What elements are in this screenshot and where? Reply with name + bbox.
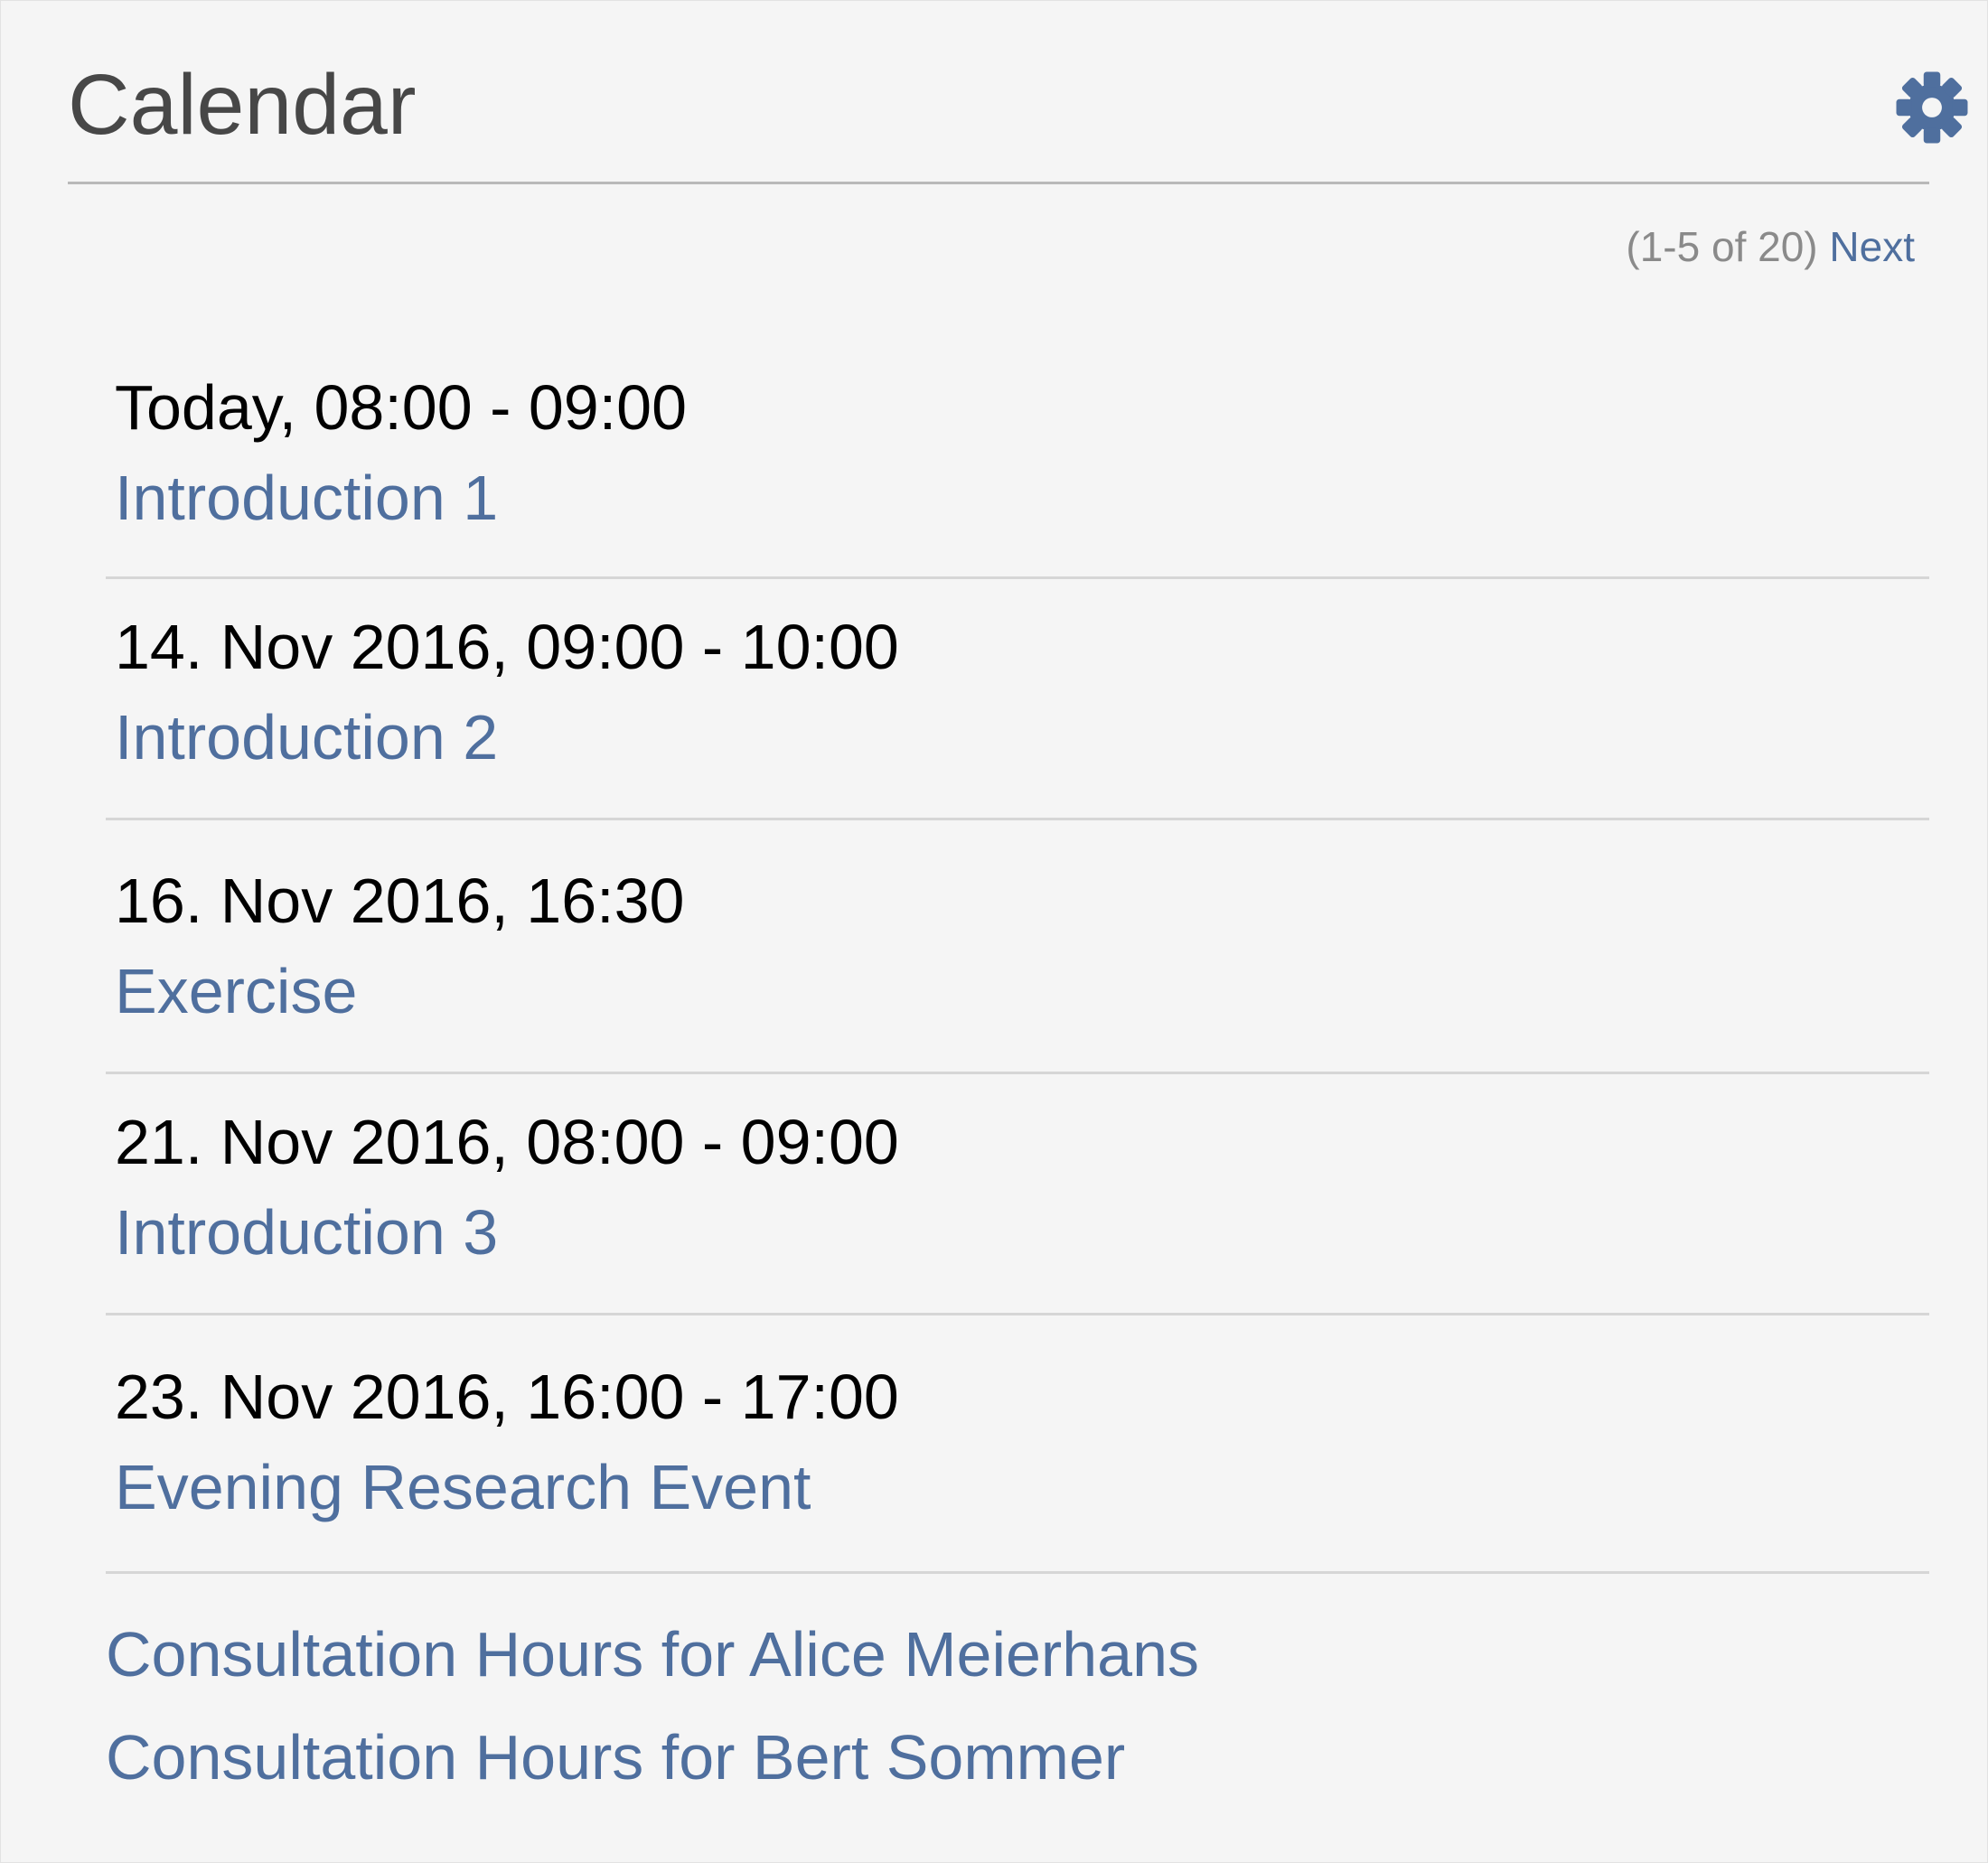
event-item: 14. Nov 2016, 09:00 - 10:00 Introduction…: [106, 579, 1929, 820]
event-title-link[interactable]: Introduction 2: [115, 701, 498, 773]
event-item: 21. Nov 2016, 08:00 - 09:00 Introduction…: [106, 1074, 1929, 1315]
list-item: Consultation Hours for Alice Meierhans: [106, 1618, 1199, 1721]
event-title-link[interactable]: Exercise: [115, 955, 357, 1027]
gear-icon[interactable]: [1894, 70, 1970, 145]
panel-title: Calendar: [68, 57, 417, 153]
event-title-link[interactable]: Introduction 1: [115, 462, 498, 534]
consultation-links: Consultation Hours for Alice Meierhans C…: [106, 1618, 1199, 1824]
pagination-count: (1-5 of 20): [1626, 223, 1818, 270]
pagination: (1-5 of 20) Next: [1626, 221, 1915, 272]
event-time: 23. Nov 2016, 16:00 - 17:00: [115, 1362, 899, 1432]
consultation-link-alice[interactable]: Consultation Hours for Alice Meierhans: [106, 1618, 1199, 1690]
event-title-link[interactable]: Introduction 3: [115, 1196, 498, 1269]
event-time: 16. Nov 2016, 16:30: [115, 866, 685, 936]
event-time: Today, 08:00 - 09:00: [115, 372, 688, 443]
event-item: Today, 08:00 - 09:00 Introduction 1: [106, 360, 1929, 579]
calendar-panel: Calendar (1-5 of 20) Next Today, 08:00 -…: [0, 0, 1988, 1863]
event-time: 21. Nov 2016, 08:00 - 09:00: [115, 1107, 899, 1177]
event-list: Today, 08:00 - 09:00 Introduction 1 14. …: [106, 360, 1929, 1574]
gear-icon-graphic: [1896, 71, 1968, 144]
event-item: 16. Nov 2016, 16:30 Exercise: [106, 820, 1929, 1074]
event-title-link[interactable]: Evening Research Event: [115, 1451, 811, 1523]
calendar-header: Calendar: [68, 1, 1968, 184]
event-time: 14. Nov 2016, 09:00 - 10:00: [115, 612, 899, 682]
next-page-link[interactable]: Next: [1829, 223, 1915, 270]
list-item: Consultation Hours for Bert Sommer: [106, 1721, 1199, 1824]
event-item: 23. Nov 2016, 16:00 - 17:00 Evening Rese…: [106, 1315, 1929, 1574]
consultation-link-bert[interactable]: Consultation Hours for Bert Sommer: [106, 1721, 1125, 1793]
